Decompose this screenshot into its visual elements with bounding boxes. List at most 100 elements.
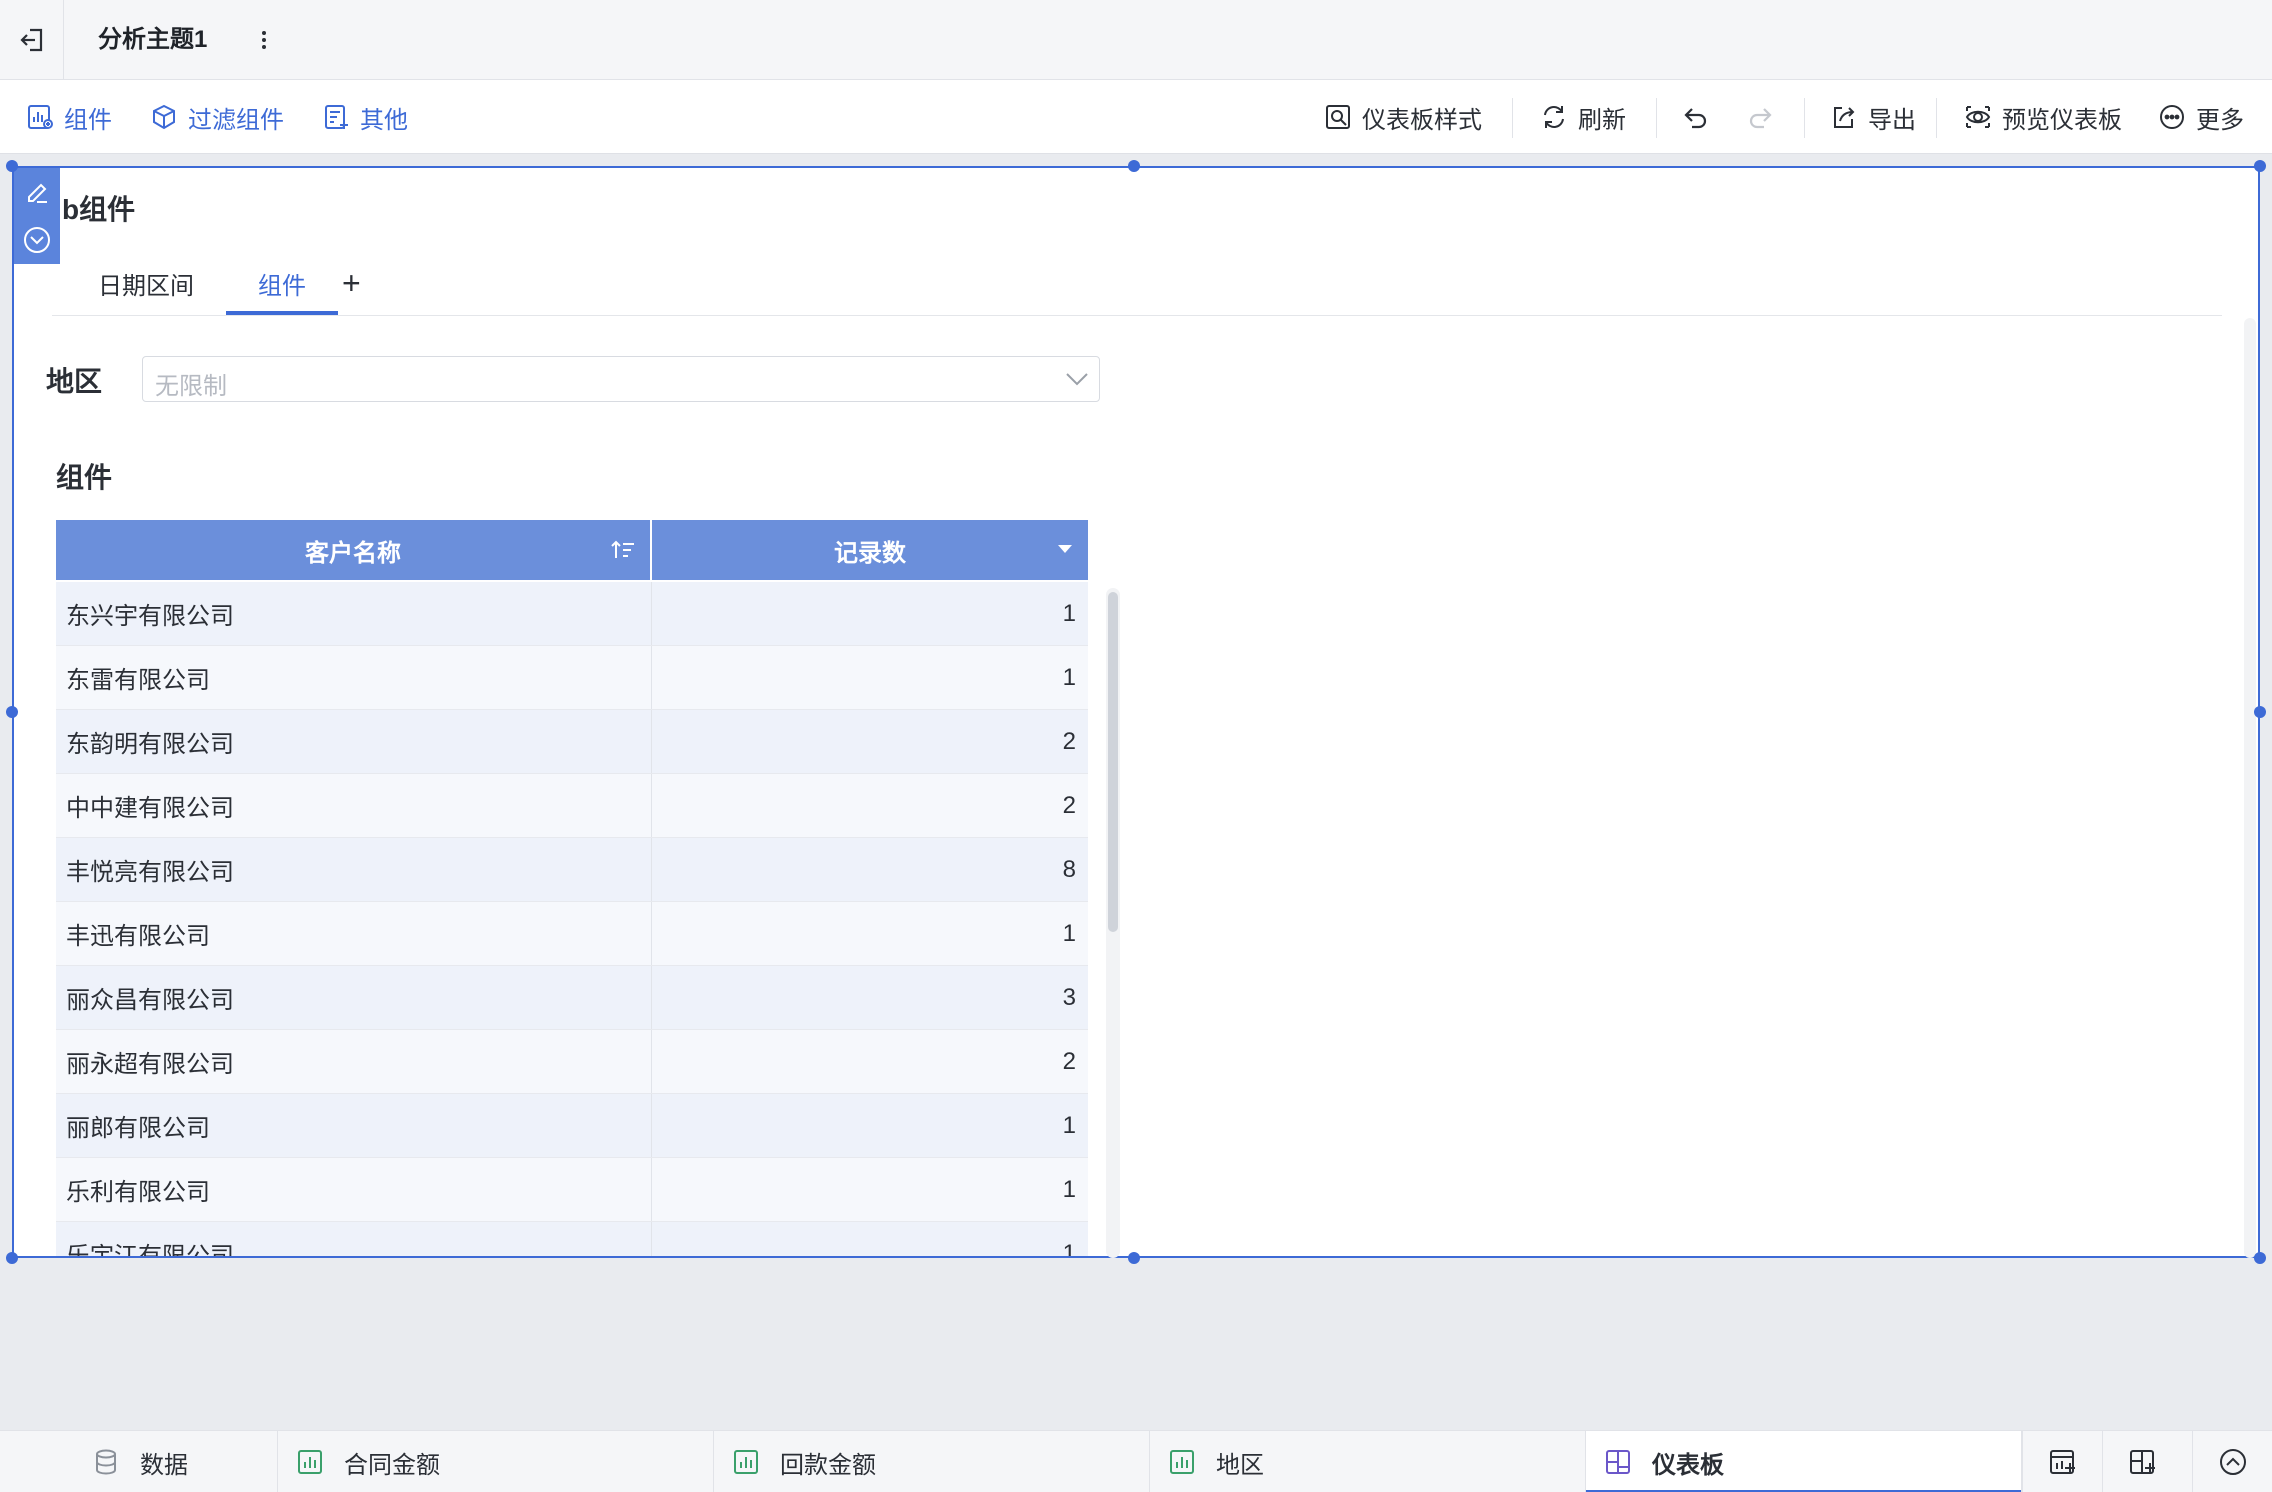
region-filter-label: 地区 [46,366,103,397]
resize-handle[interactable] [6,706,18,718]
add-tab-button[interactable]: + [342,250,361,316]
cell-customer-name: 丽永超有限公司 [56,1030,652,1093]
toolbar-divider [1512,98,1513,138]
cell-record-count: 1 [1062,1239,1076,1257]
cell-record-count: 2 [1062,727,1076,755]
active-tab-indicator [226,311,338,315]
bottom-tab-dashboard[interactable]: 仪表板 [1586,1431,2022,1492]
filter-cube-icon [153,104,175,130]
export-label: 导出 [1868,106,1916,134]
bottom-tab-contract-amount[interactable]: 合同金额 [278,1431,714,1492]
widget-tabs: 日期区间 组件 + [52,250,2222,316]
table-row[interactable]: 丽永超有限公司 2 [56,1030,1088,1094]
add-chart-icon[interactable] [2022,1431,2102,1492]
table-row[interactable]: 乐利有限公司 1 [56,1158,1088,1222]
filter-component-label: 过滤组件 [188,106,284,134]
cell-customer-name: 东雷有限公司 [56,646,652,709]
redo-button[interactable] [1746,80,1784,154]
chevron-up-circle-icon[interactable] [2192,1431,2272,1492]
widget-scrollbar[interactable] [2244,318,2256,1258]
cell-customer-name: 乐宇江有限公司 [56,1222,652,1256]
preview-dashboard-label: 预览仪表板 [2002,106,2122,134]
table-header: 客户名称 记录数 [56,520,1088,580]
resize-handle[interactable] [2254,160,2266,172]
more-button[interactable]: 更多 [2158,80,2244,154]
filter-component-button[interactable]: 过滤组件 [150,80,284,154]
preview-dashboard-button[interactable]: 预览仪表板 [1964,80,2122,154]
cell-customer-name: 丽郎有限公司 [56,1094,652,1157]
add-dashboard-icon[interactable] [2102,1431,2182,1492]
cell-customer-name: 中中建有限公司 [56,774,652,837]
bottom-tab-data-label: 数据 [140,1451,188,1479]
table-row[interactable]: 东兴宇有限公司 1 [56,582,1088,646]
cell-customer-name: 东兴宇有限公司 [56,582,652,645]
cell-record-count: 1 [1062,919,1076,947]
chart-add-icon [28,105,53,129]
toolbar-divider [1936,98,1937,138]
resize-handle[interactable] [1128,1252,1140,1264]
table-row[interactable]: 中中建有限公司 2 [56,774,1088,838]
tab-component[interactable]: 组件 [258,250,306,316]
table-row[interactable]: 东雷有限公司 1 [56,646,1088,710]
table-row[interactable]: 丽众昌有限公司 3 [56,966,1088,1030]
refresh-icon [1544,106,1564,128]
bar-chart-icon [1170,1450,1194,1474]
dashboard-style-button[interactable]: 仪表板样式 [1324,80,1482,154]
more-options-icon[interactable] [252,22,276,58]
bottom-tab-region[interactable]: 地区 [1150,1431,1586,1492]
bottom-tab-payment-amount[interactable]: 回款金额 [714,1431,1150,1492]
undo-button[interactable] [1682,80,1720,154]
table-row[interactable]: 丰迅有限公司 1 [56,902,1088,966]
table-title: 组件 [56,462,113,493]
bottom-tab-bar: 数据 合同金额 回款金额 地区 仪表板 [0,1430,2272,1492]
region-filter-placeholder: 无限制 [155,373,227,400]
tab-widget[interactable]: b组件 日期区间 组件 + 地区 无限制 组件 客户名称 记录数 东兴宇有限公司… [12,166,2260,1258]
document-add-icon [325,105,348,129]
refresh-label: 刷新 [1578,106,1626,134]
other-button[interactable]: 其他 [322,80,408,154]
exit-icon[interactable] [0,0,64,80]
resize-handle[interactable] [6,1252,18,1264]
table-scrollbar[interactable] [1106,588,1120,1258]
undo-icon [1684,108,1707,129]
bottom-tab-payment-amount-label: 回款金额 [780,1451,876,1479]
export-button[interactable]: 导出 [1830,80,1916,154]
database-icon [96,1449,116,1475]
table-body: 东兴宇有限公司 1 东雷有限公司 1 东韵明有限公司 2 中中建有限公司 2 丰悦亮有限… [56,582,1088,1256]
bar-chart-icon [734,1450,758,1474]
bottom-tab-data[interactable]: 数据 [0,1431,278,1492]
column-header-count-label: 记录数 [834,539,906,567]
column-header-customer-label: 客户名称 [305,539,401,567]
sort-icon[interactable] [610,538,636,562]
cell-record-count: 8 [1062,855,1076,883]
edit-icon[interactable] [23,178,51,206]
region-filter-select[interactable]: 无限制 [142,356,1100,402]
column-header-customer[interactable]: 客户名称 [56,520,652,580]
bottom-tab-region-label: 地区 [1216,1451,1264,1479]
tab-date-range[interactable]: 日期区间 [98,250,194,316]
other-label: 其他 [360,106,408,134]
style-icon [1326,105,1350,129]
cell-record-count: 2 [1062,1047,1076,1075]
chevron-circle-down-icon[interactable] [22,225,52,255]
widget-title: b组件 [62,194,136,225]
bar-chart-icon [298,1450,322,1474]
dashboard-canvas: b组件 日期区间 组件 + 地区 无限制 组件 客户名称 记录数 东兴宇有限公司… [0,155,2272,1430]
add-component-button[interactable]: 组件 [26,80,112,154]
table-row[interactable]: 东韵明有限公司 2 [56,710,1088,774]
table-row[interactable]: 乐宇江有限公司 1 [56,1222,1088,1256]
resize-handle[interactable] [1128,160,1140,172]
table-scrollbar-thumb[interactable] [1108,592,1118,932]
bottom-tab-contract-amount-label: 合同金额 [344,1451,440,1479]
data-table: 客户名称 记录数 东兴宇有限公司 1 东雷有限公司 1 东韵明有限公司 2 中中… [56,520,1088,1256]
column-header-count[interactable]: 记录数 [652,520,1088,580]
resize-handle[interactable] [2254,1252,2266,1264]
dropdown-triangle-icon[interactable] [1056,542,1074,556]
resize-handle[interactable] [2254,706,2266,718]
table-row[interactable]: 丽郎有限公司 1 [56,1094,1088,1158]
refresh-button[interactable]: 刷新 [1540,80,1626,154]
table-row[interactable]: 丰悦亮有限公司 8 [56,838,1088,902]
cell-customer-name: 东韵明有限公司 [56,710,652,773]
resize-handle[interactable] [6,160,18,172]
cell-customer-name: 丰迅有限公司 [56,902,652,965]
